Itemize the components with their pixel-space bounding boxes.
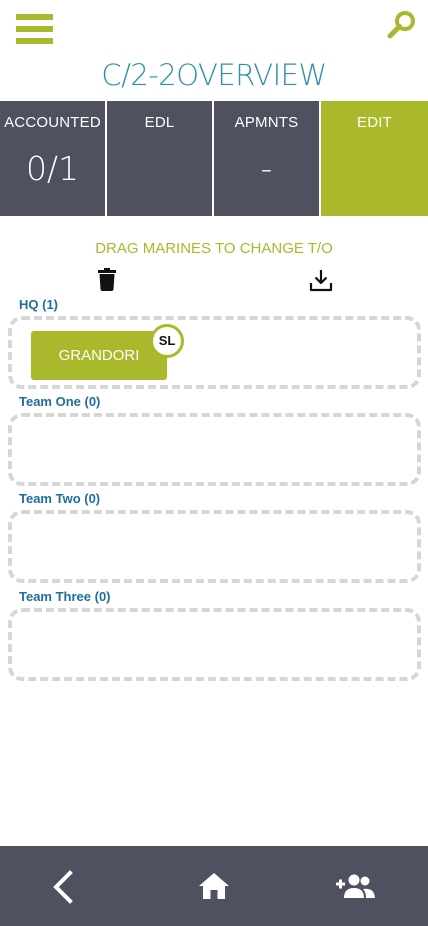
role-badge: SL (150, 324, 184, 358)
back-chevron-icon[interactable] (22, 846, 102, 926)
group-label-team-three: Team Three (0) (19, 589, 111, 604)
page-title: C/2-2OVERVIEW (101, 58, 327, 92)
dropzone-team-three[interactable] (8, 608, 421, 681)
accounted-tile[interactable]: ACCOUNTED 0/1 (0, 101, 105, 216)
drag-instructions: DRAG MARINES TO CHANGE T/O (95, 240, 333, 257)
apmnts-label: APMNTS (234, 114, 299, 131)
search-icon[interactable] (386, 9, 418, 41)
download-icon[interactable] (309, 268, 333, 292)
bottom-nav (0, 846, 428, 926)
accounted-label: ACCOUNTED (4, 114, 101, 131)
apmnts-value: - (260, 149, 273, 188)
group-label-team-one: Team One (0) (19, 394, 101, 409)
apmnts-tile[interactable]: APMNTS - (214, 101, 319, 216)
hamburger-menu-icon[interactable] (16, 14, 53, 44)
edl-tile[interactable]: EDL (107, 101, 212, 216)
add-user-icon[interactable] (316, 846, 396, 926)
accounted-value: 0/1 (25, 149, 80, 188)
top-bar (0, 0, 428, 56)
edit-label: EDIT (357, 114, 392, 131)
group-label-hq: HQ (1) (19, 297, 58, 312)
stats-bar: ACCOUNTED 0/1 EDL APMNTS - EDIT (0, 101, 428, 216)
edit-button[interactable]: EDIT (321, 101, 428, 216)
dropzone-team-two[interactable] (8, 510, 421, 583)
group-label-team-two: Team Two (0) (19, 491, 101, 506)
dropzone-team-one[interactable] (8, 413, 421, 486)
trash-icon[interactable] (98, 268, 116, 291)
edl-label: EDL (144, 114, 175, 131)
marine-chip[interactable]: GRANDORI (31, 331, 167, 380)
home-icon[interactable] (174, 846, 254, 926)
